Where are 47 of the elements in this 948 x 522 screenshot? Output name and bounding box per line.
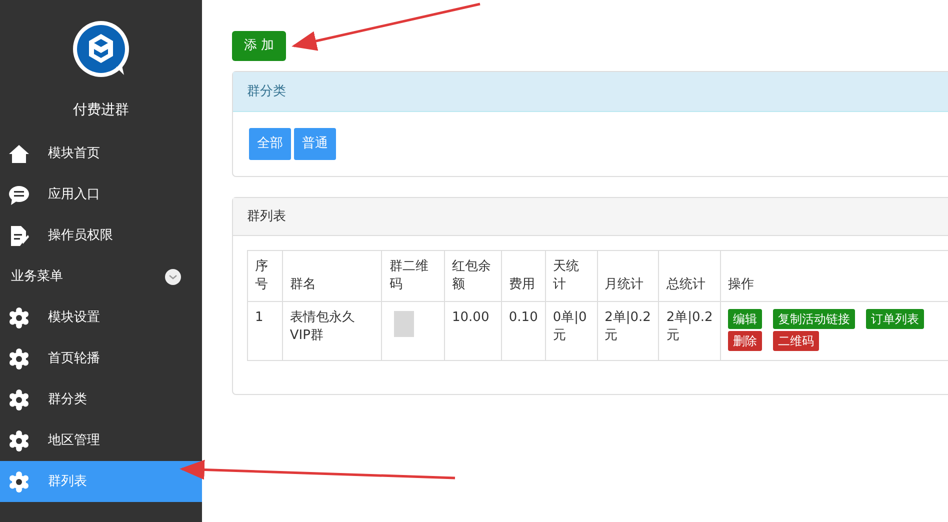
menu-section-label: 业务菜单	[11, 268, 63, 286]
column-header: 总统计	[658, 250, 721, 302]
add-button[interactable]: 添 加	[232, 31, 286, 60]
table-cell: 2单|0.2元	[658, 302, 721, 360]
column-header: 群二维码	[382, 250, 444, 302]
sidebar-item[interactable]: 操作员权限	[0, 215, 202, 256]
sidebar-item[interactable]: 首页轮播	[0, 338, 202, 379]
sidebar-item[interactable]: 模块首页	[0, 133, 202, 174]
gear-icon	[8, 388, 30, 410]
column-header: 序号	[248, 250, 282, 302]
panel-title: 群列表	[233, 198, 948, 236]
table-cell: 1	[248, 302, 282, 360]
table-cell: 表情包永久VIP群	[282, 302, 382, 360]
chevron-icon[interactable]	[164, 268, 182, 286]
table-cell: 10.00	[444, 302, 502, 360]
column-header: 操作	[720, 250, 948, 302]
gear-icon	[8, 470, 30, 492]
app-title: 付费进群	[72, 101, 130, 120]
column-header: 红包余额	[444, 250, 502, 302]
sidebar-item[interactable]: 应用入口	[0, 174, 202, 215]
column-header: 天统计	[545, 250, 598, 302]
chat-icon	[8, 184, 30, 206]
sidebar-item[interactable]: 模块设置	[0, 297, 202, 338]
column-header: 群名	[282, 250, 382, 302]
action-button[interactable]: 二维码	[773, 331, 820, 351]
column-header: 费用	[501, 250, 546, 302]
action-button[interactable]: 删除	[728, 331, 762, 351]
logo-icon	[72, 20, 130, 80]
action-button[interactable]: 复制活动链接	[773, 309, 856, 329]
panel-title: 群分类	[233, 72, 948, 112]
table-cell: 0单|0元	[545, 302, 598, 360]
column-header: 月统计	[597, 250, 659, 302]
sidebar-item[interactable]: 地区管理	[0, 420, 202, 461]
sidebar-item[interactable]: 群列表	[0, 461, 202, 502]
gear-icon	[8, 306, 30, 328]
gear-icon	[8, 430, 30, 452]
category-button[interactable]: 普通	[294, 128, 336, 160]
home-icon	[8, 142, 30, 164]
gear-icon	[8, 348, 30, 370]
qr-code-placeholder	[394, 311, 414, 337]
document-icon	[8, 224, 30, 246]
table-cell: 2单|0.2元	[597, 302, 659, 360]
table-cell: 0.10	[501, 302, 546, 360]
action-button[interactable]: 订单列表	[866, 309, 924, 329]
action-button[interactable]: 编辑	[728, 309, 762, 329]
sidebar-item[interactable]: 群分类	[0, 379, 202, 420]
category-button[interactable]: 全部	[249, 128, 291, 160]
